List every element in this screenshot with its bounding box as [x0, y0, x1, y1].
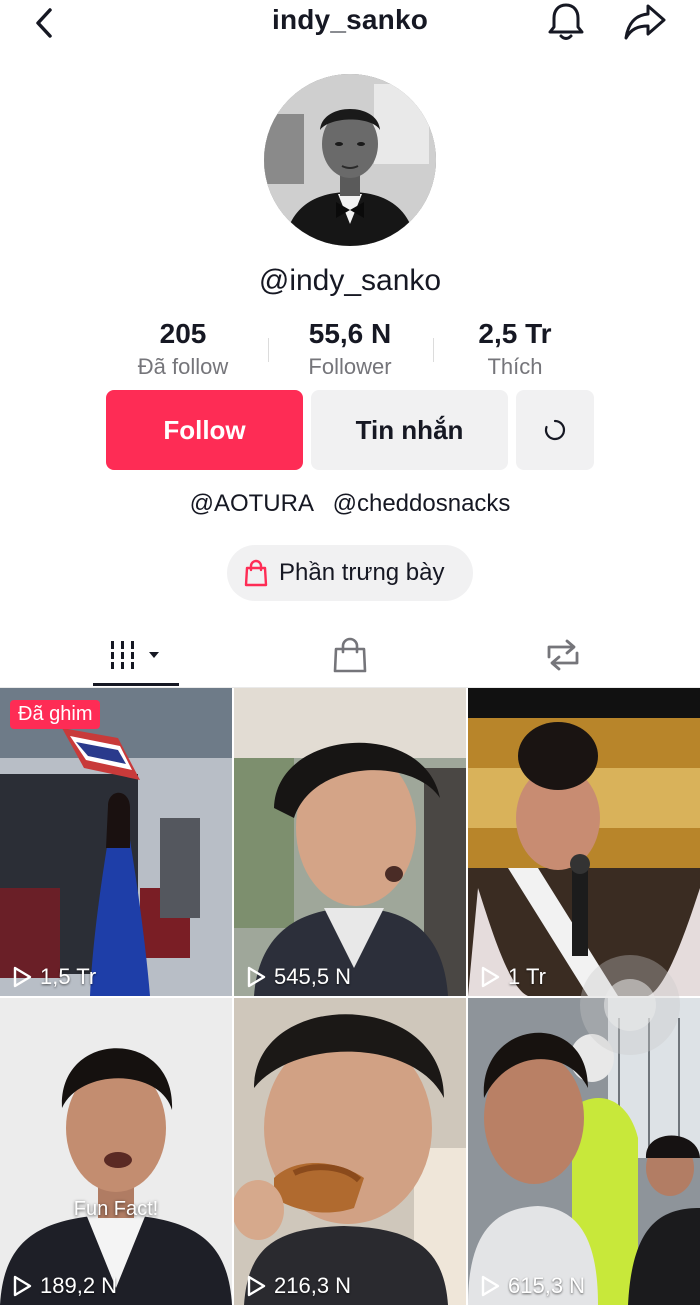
profile-handle: @indy_sanko — [258, 264, 442, 297]
video-thumbnail[interactable]: 1 Tr — [468, 688, 700, 996]
tab-active-indicator — [93, 683, 179, 686]
video-thumbnail-image — [234, 688, 466, 996]
view-count: 545,5 N — [244, 964, 351, 990]
view-count-text: 615,3 N — [508, 1273, 586, 1298]
play-icon — [13, 966, 32, 988]
tab-videos[interactable] — [20, 622, 253, 688]
page-title: indy_sanko — [271, 4, 429, 35]
avatar[interactable] — [264, 74, 436, 246]
profile-tabs — [0, 622, 700, 688]
videos-grid-icon — [110, 641, 159, 669]
view-count-text: 216,3 N — [274, 1273, 352, 1298]
share-icon[interactable] — [622, 0, 668, 44]
video-thumbnail[interactable]: 216,3 N — [234, 998, 466, 1305]
view-count: 1,5 Tr — [10, 964, 96, 990]
video-thumbnail[interactable]: 545,5 N — [234, 688, 466, 996]
play-icon — [247, 966, 266, 988]
stat-following[interactable]: 205 Đã follow — [103, 318, 263, 380]
video-thumbnail[interactable]: Đã ghim 1,5 Tr — [0, 688, 232, 996]
play-icon — [13, 1275, 32, 1297]
stat-followers-label: Follower — [308, 354, 392, 379]
stat-divider — [268, 338, 269, 362]
view-count: 615,3 N — [478, 1273, 585, 1299]
video-thumbnail-image — [0, 688, 232, 996]
play-icon — [481, 966, 500, 988]
video-thumbnail[interactable]: 615,3 N — [468, 998, 700, 1305]
suggested-accounts-button[interactable] — [516, 390, 594, 470]
bell-icon[interactable] — [544, 0, 588, 44]
view-count-text: 189,2 N — [40, 1273, 118, 1298]
repost-icon — [547, 639, 578, 671]
video-thumbnail-image — [234, 998, 466, 1305]
video-thumbnail-image — [468, 688, 700, 996]
message-button[interactable]: Tin nhắn — [311, 390, 508, 470]
showcase-button[interactable]: Phần trưng bày — [227, 545, 473, 601]
view-count: 216,3 N — [244, 1273, 351, 1299]
profile-stats: 205 Đã follow 55,6 N Follower 2,5 Tr Thí… — [100, 318, 600, 388]
video-thumbnail-image — [468, 998, 700, 1305]
stat-likes[interactable]: 2,5 Tr Thích — [435, 318, 595, 380]
bio-link-cheddosnacks[interactable]: @cheddosnacks — [333, 490, 511, 517]
stat-followers-value: 55,6 N — [308, 318, 392, 349]
stat-following-value: 205 — [159, 318, 207, 349]
shopping-bag-icon — [333, 637, 366, 673]
view-count: 189,2 N — [10, 1273, 117, 1299]
top-bar: indy_sanko — [0, 0, 700, 48]
play-icon — [481, 1275, 500, 1297]
shopping-bag-icon — [244, 559, 268, 587]
pinned-badge: Đã ghim — [10, 700, 101, 729]
view-count: 1 Tr — [478, 964, 546, 990]
stat-likes-value: 2,5 Tr — [478, 318, 552, 349]
play-icon — [247, 1275, 266, 1297]
view-count-text: 545,5 N — [274, 964, 352, 989]
showcase-label: Phần trưng bày — [279, 559, 445, 586]
video-thumbnail[interactable]: Fun Fact! 189,2 N — [0, 998, 232, 1305]
bio-link-aotura[interactable]: @AOTURA — [190, 490, 314, 517]
follow-button[interactable]: Follow — [106, 390, 303, 470]
video-caption: Fun Fact! — [73, 1198, 159, 1220]
bio-links: @AOTURA @cheddosnacks — [0, 490, 700, 518]
stat-likes-label: Thích — [487, 354, 543, 379]
view-count-text: 1,5 Tr — [40, 964, 97, 989]
stat-followers[interactable]: 55,6 N Follower — [270, 318, 430, 380]
loading-spinner-icon — [544, 419, 566, 441]
stat-divider — [433, 338, 434, 362]
view-count-text: 1 Tr — [508, 964, 546, 989]
assistive-touch-button[interactable] — [580, 955, 680, 1055]
video-thumbnail-image — [0, 998, 232, 1305]
tab-reposts[interactable] — [446, 622, 679, 688]
stat-following-label: Đã follow — [137, 354, 229, 379]
tab-shop[interactable] — [233, 622, 466, 688]
